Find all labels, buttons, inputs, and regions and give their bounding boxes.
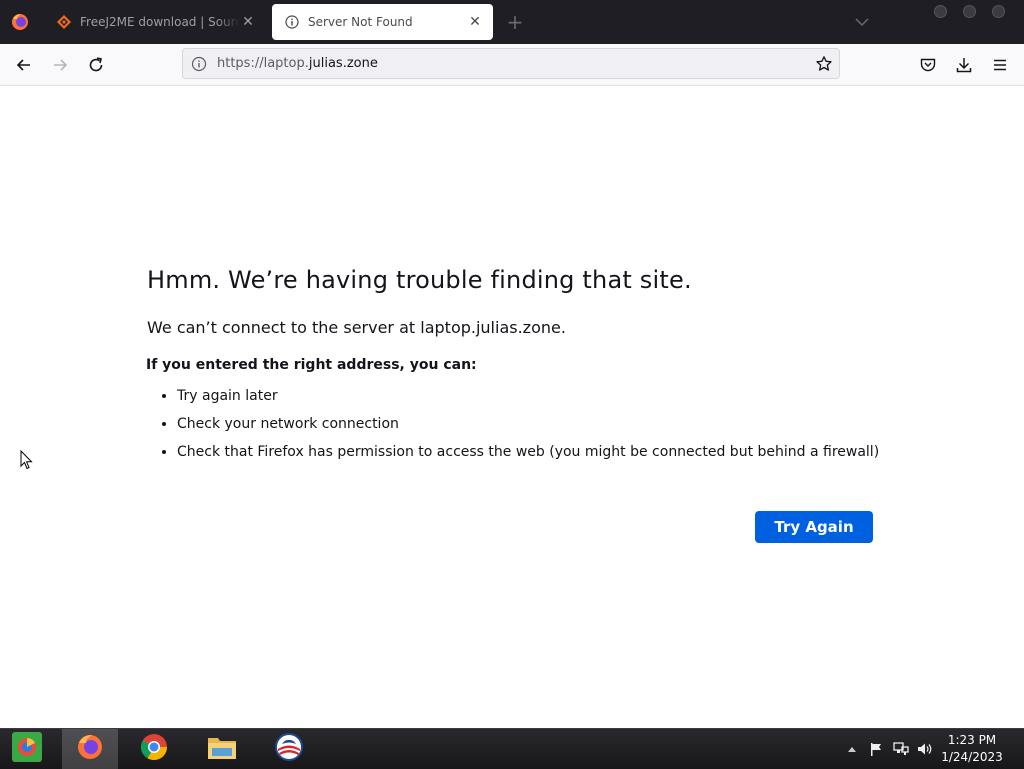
maximize-button[interactable]	[963, 5, 976, 18]
firefox-icon	[75, 732, 105, 766]
taskbar-app[interactable]	[261, 729, 317, 769]
url-prefix: https://laptop.	[217, 56, 309, 71]
bookmark-star-icon[interactable]	[815, 55, 833, 73]
close-tab-icon[interactable]: ✕	[240, 14, 256, 30]
hamburger-menu-icon[interactable]	[988, 53, 1012, 77]
error-container: Hmm. We’re having trouble finding that s…	[146, 266, 907, 471]
reload-icon[interactable]	[84, 53, 108, 77]
back-arrow-icon[interactable]	[12, 53, 36, 77]
taskbar-chrome[interactable]	[126, 729, 182, 769]
url-text: https://laptop.julias.zone	[217, 56, 378, 71]
start-button[interactable]	[0, 729, 54, 769]
tab-strip: FreeJ2ME download | SourceForge.net ✕ Se…	[0, 0, 1024, 44]
system-clock[interactable]: 1:23 PM 1/24/2023	[936, 732, 1008, 766]
url-host: julias.zone	[308, 56, 378, 71]
firefox-menu-icon[interactable]	[8, 10, 32, 34]
downloads-icon[interactable]	[952, 53, 976, 77]
forward-arrow-icon[interactable]	[48, 53, 72, 77]
minimize-button[interactable]	[934, 5, 947, 18]
error-subtitle: If you entered the right address, you ca…	[146, 357, 477, 373]
show-hidden-icons-icon[interactable]	[845, 739, 859, 759]
url-bar[interactable]: https://laptop.julias.zone	[182, 48, 840, 79]
volume-icon[interactable]	[915, 739, 935, 759]
sourceforge-icon	[56, 14, 72, 30]
close-window-button[interactable]	[992, 5, 1005, 18]
close-tab-icon[interactable]: ✕	[467, 14, 483, 30]
tab-server-not-found[interactable]: Server Not Found ✕	[272, 4, 493, 40]
suggestion-item: Check your network connection	[177, 415, 907, 433]
start-icon	[10, 730, 44, 768]
page-content: Hmm. We’re having trouble finding that s…	[0, 86, 1024, 728]
taskbar-file-explorer[interactable]	[194, 729, 250, 769]
obama-logo-icon	[274, 732, 304, 766]
mouse-cursor-icon	[20, 449, 34, 470]
chrome-icon	[139, 732, 169, 766]
tab-title: FreeJ2ME download | SourceForge.net	[80, 15, 240, 29]
action-center-flag-icon[interactable]	[866, 739, 886, 759]
suggestion-list: Try again later Check your network conne…	[147, 387, 907, 461]
network-icon[interactable]	[891, 739, 911, 759]
error-description: We can’t connect to the server at laptop…	[147, 318, 566, 337]
site-info-icon[interactable]	[191, 56, 207, 72]
suggestion-item: Try again later	[177, 387, 907, 405]
suggestion-item: Check that Firefox has permission to acc…	[177, 443, 907, 461]
taskbar: 1:23 PM 1/24/2023	[0, 728, 1024, 769]
chevron-down-icon[interactable]	[852, 12, 872, 32]
pocket-icon[interactable]	[916, 53, 940, 77]
taskbar-firefox[interactable]	[62, 729, 118, 769]
new-tab-icon[interactable]: +	[505, 12, 525, 32]
clock-date: 1/24/2023	[941, 750, 1003, 764]
tab-sourceforge[interactable]: FreeJ2ME download | SourceForge.net ✕	[44, 4, 266, 40]
clock-time: 1:23 PM	[947, 733, 997, 747]
info-icon	[284, 14, 300, 30]
error-title: Hmm. We’re having trouble finding that s…	[147, 266, 692, 294]
file-explorer-icon	[206, 732, 238, 766]
tab-title: Server Not Found	[308, 15, 413, 29]
navigation-toolbar: https://laptop.julias.zone	[0, 44, 1024, 86]
try-again-button[interactable]: Try Again	[755, 511, 873, 543]
